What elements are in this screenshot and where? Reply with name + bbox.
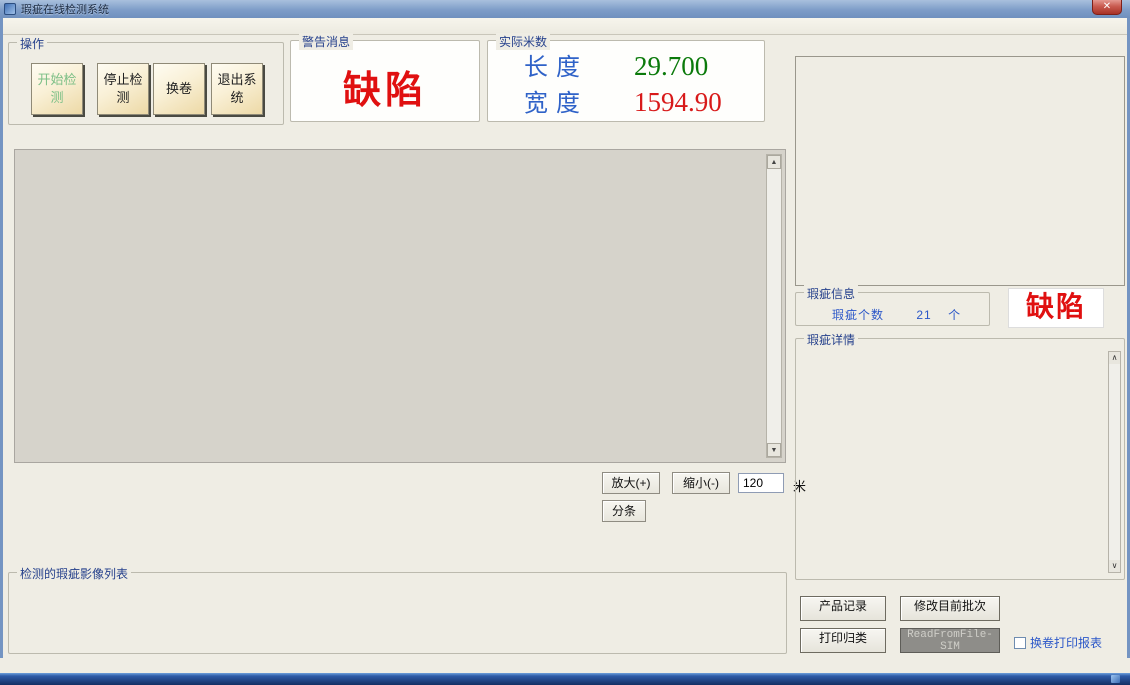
zoom-in-button[interactable]: 放大(+) (602, 472, 660, 494)
read-from-file-button: ReadFromFile-SIM (900, 628, 1000, 653)
defect-image-list-title: 检测的瑕疵影像列表 (17, 565, 131, 582)
basic-info-panel (795, 56, 1125, 286)
change-roll-button[interactable]: 换卷 (153, 63, 205, 115)
title-bar: 瑕疵在线检测系统 ✕ (0, 0, 1130, 18)
plot-scrollbar[interactable]: ▲ ▼ (766, 154, 782, 458)
defect-count-value: 21 (916, 308, 931, 322)
checkbox-box[interactable] (1014, 637, 1026, 649)
scroll-down-icon[interactable]: ▼ (767, 443, 781, 457)
warning-text: 缺陷 (291, 59, 479, 114)
table-scroll-up-icon[interactable]: ∧ (1109, 352, 1120, 364)
table-scroll-down-icon[interactable]: ∨ (1109, 560, 1120, 572)
print-report-checkbox[interactable]: 换卷打印报表 (1014, 634, 1102, 651)
operation-group: 操作 开始检测 停止检测 换卷 退出系统 (8, 42, 284, 125)
app-icon (4, 3, 16, 15)
scroll-up-icon[interactable]: ▲ (767, 155, 781, 169)
status-bar (0, 658, 1130, 673)
warning-group-title: 警告消息 (299, 33, 353, 50)
length-value: 29.700 (634, 51, 708, 82)
defect-image-list-group: 检测的瑕疵影像列表 (8, 572, 787, 654)
taskbar-tray-icon (1111, 675, 1120, 683)
split-button[interactable]: 分条 (602, 500, 646, 522)
exit-system-button[interactable]: 退出系统 (211, 63, 263, 115)
length-label: 长度 (524, 47, 634, 82)
stop-detect-button[interactable]: 停止检测 (97, 63, 149, 115)
defect-count-label: 瑕疵个数 (832, 308, 884, 322)
right-tab-bar (795, 38, 1127, 57)
width-label: 宽度 (524, 83, 634, 118)
operation-group-title: 操作 (17, 35, 47, 52)
zoom-out-button[interactable]: 缩小(-) (672, 472, 730, 494)
table-scrollbar[interactable]: ∧ ∨ (1108, 351, 1121, 573)
defect-alert: 缺陷 (1008, 288, 1104, 328)
width-value: 1594.90 (634, 87, 722, 118)
print-classify-button[interactable]: 打印归类 (800, 628, 886, 653)
start-detect-button[interactable]: 开始检测 (31, 63, 83, 115)
defect-detail-group: 瑕疵详情 ∧ ∨ (795, 338, 1125, 580)
defect-count-group: 瑕疵信息 瑕疵个数 21 个 (795, 292, 990, 326)
taskbar[interactable] (0, 673, 1130, 685)
defect-count-group-title: 瑕疵信息 (804, 285, 858, 302)
range-input[interactable] (738, 473, 784, 493)
defect-detail-group-title: 瑕疵详情 (804, 331, 858, 348)
defect-count-unit: 个 (948, 308, 961, 322)
product-record-button[interactable]: 产品记录 (800, 596, 886, 621)
menu-bar (3, 18, 1127, 35)
warning-group: 警告消息 缺陷 (290, 40, 480, 122)
close-icon[interactable]: ✕ (1092, 0, 1122, 15)
meters-group: 实际米数 长度 29.700 宽度 1594.90 (487, 40, 765, 122)
checkbox-label: 换卷打印报表 (1030, 634, 1102, 651)
window-title: 瑕疵在线检测系统 (21, 1, 109, 17)
distribution-plot-area: ▲ ▼ (14, 149, 786, 463)
modify-batch-button[interactable]: 修改目前批次 (900, 596, 1000, 621)
